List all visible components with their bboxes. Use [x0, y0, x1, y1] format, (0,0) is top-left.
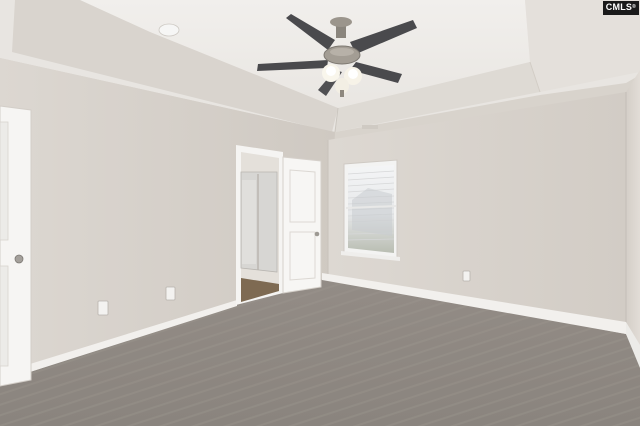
- ceiling-vent: [362, 125, 378, 129]
- cmls-watermark: CMLS®: [602, 1, 639, 15]
- watermark-text: CMLS: [605, 2, 633, 12]
- outlet-left-wall-2: [165, 286, 176, 301]
- room-scene: [0, 0, 640, 426]
- watermark-registered-mark: ®: [632, 4, 636, 10]
- right-wall: [626, 70, 640, 365]
- outlet-left-wall: [97, 300, 109, 316]
- open-door-knob-icon: [314, 231, 320, 237]
- bedroom-photo: CMLS®: [0, 0, 640, 426]
- smoke-detector-icon: [158, 23, 180, 37]
- door-knob-icon: [14, 254, 24, 264]
- outlet-back-wall: [462, 270, 471, 282]
